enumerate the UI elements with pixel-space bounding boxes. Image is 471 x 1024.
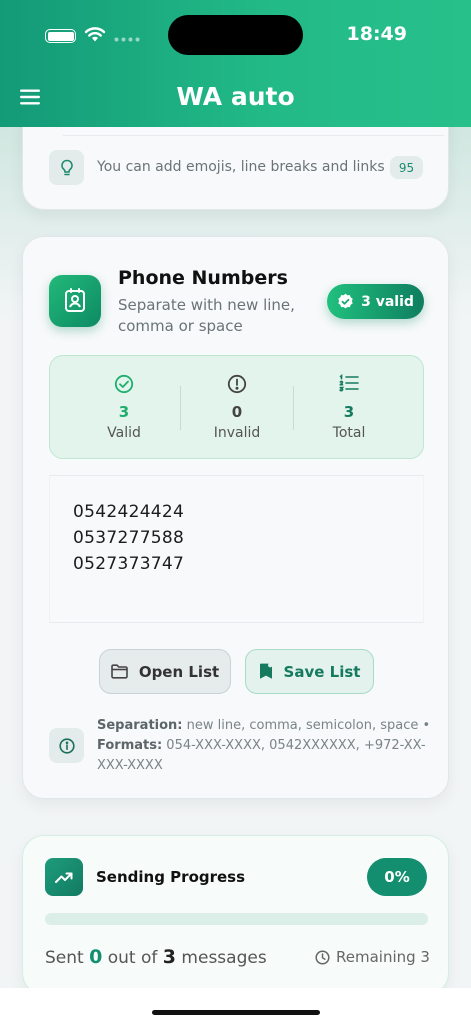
status-time: 18:49 xyxy=(346,23,407,45)
clock-icon xyxy=(315,949,330,965)
dynamic-island xyxy=(168,15,303,55)
formats-label: Formats: xyxy=(97,738,163,753)
progress-percent-badge: 0% xyxy=(367,858,427,896)
remaining-indicator: Remaining 3 xyxy=(315,948,430,966)
list-icon xyxy=(339,374,359,392)
stat-valid-label: Valid xyxy=(107,425,141,441)
separation-text: new line, comma, semicolon, space • xyxy=(182,718,431,733)
stat-total: 3 Total xyxy=(294,374,404,441)
progress-bar xyxy=(45,913,428,925)
contact-icon xyxy=(49,275,101,327)
wifi-icon xyxy=(84,27,106,42)
sending-progress-card: Sending Progress 0% Sent 0 out of 3 mess… xyxy=(22,835,449,995)
lightbulb-icon xyxy=(49,150,84,185)
remaining-label: Remaining 3 xyxy=(336,948,430,966)
hint-text: You can add emojis, line breaks and link… xyxy=(97,159,385,175)
app-header: 18:49 WA auto xyxy=(0,0,471,127)
open-list-button[interactable]: Open List xyxy=(99,649,231,694)
number-stats-panel: 3 Valid 0 Invalid 3 Total xyxy=(49,355,424,459)
stat-valid-value: 3 xyxy=(118,403,130,421)
sent-summary: Sent 0 out of 3 messages xyxy=(45,946,267,968)
phone-numbers-subtitle: Separate with new line, comma or space xyxy=(118,296,295,335)
trending-up-icon xyxy=(45,858,83,896)
bottom-safe-area xyxy=(0,988,471,1024)
app-title: WA auto xyxy=(176,82,295,111)
bookmark-add-icon xyxy=(259,663,272,679)
message-input-bottom-edge xyxy=(63,135,444,136)
stat-total-value: 3 xyxy=(343,403,355,421)
battery-icon xyxy=(45,29,76,43)
alert-circle-icon xyxy=(227,374,247,394)
character-count-badge: 95 xyxy=(390,156,423,179)
save-list-button[interactable]: Save List xyxy=(245,649,374,694)
valid-badge-label: 3 valid xyxy=(361,293,414,310)
cellular-signal-icon xyxy=(114,37,140,42)
phone-number-line: 0527373747 xyxy=(73,554,185,574)
separation-label: Separation: xyxy=(97,718,183,733)
stat-invalid-value: 0 xyxy=(231,403,243,421)
stat-invalid: 0 Invalid xyxy=(182,374,292,441)
phone-numbers-title: Phone Numbers xyxy=(118,267,288,289)
verified-check-icon xyxy=(338,293,353,309)
stat-valid: 3 Valid xyxy=(69,374,179,441)
check-circle-icon xyxy=(114,374,134,394)
phone-numbers-input[interactable]: 0542424424 0537277588 0527373747 xyxy=(49,475,424,623)
phone-number-line: 0537277588 xyxy=(73,528,185,548)
phone-number-line: 0542424424 xyxy=(73,502,185,522)
phone-numbers-card: Phone Numbers Separate with new line, co… xyxy=(22,236,449,799)
stat-invalid-label: Invalid xyxy=(213,425,261,441)
valid-count-badge: 3 valid xyxy=(327,284,424,319)
stat-divider xyxy=(180,386,181,430)
format-info-text: Separation: new line, comma, semicolon, … xyxy=(97,716,437,776)
open-list-label: Open List xyxy=(138,662,220,681)
info-icon xyxy=(49,728,84,763)
stat-total-label: Total xyxy=(332,425,366,441)
sending-progress-title: Sending Progress xyxy=(96,868,246,886)
sent-count: 0 xyxy=(89,946,103,968)
total-count: 3 xyxy=(162,946,177,968)
home-indicator[interactable] xyxy=(152,1010,320,1015)
save-list-label: Save List xyxy=(283,662,361,681)
folder-icon xyxy=(111,664,128,679)
